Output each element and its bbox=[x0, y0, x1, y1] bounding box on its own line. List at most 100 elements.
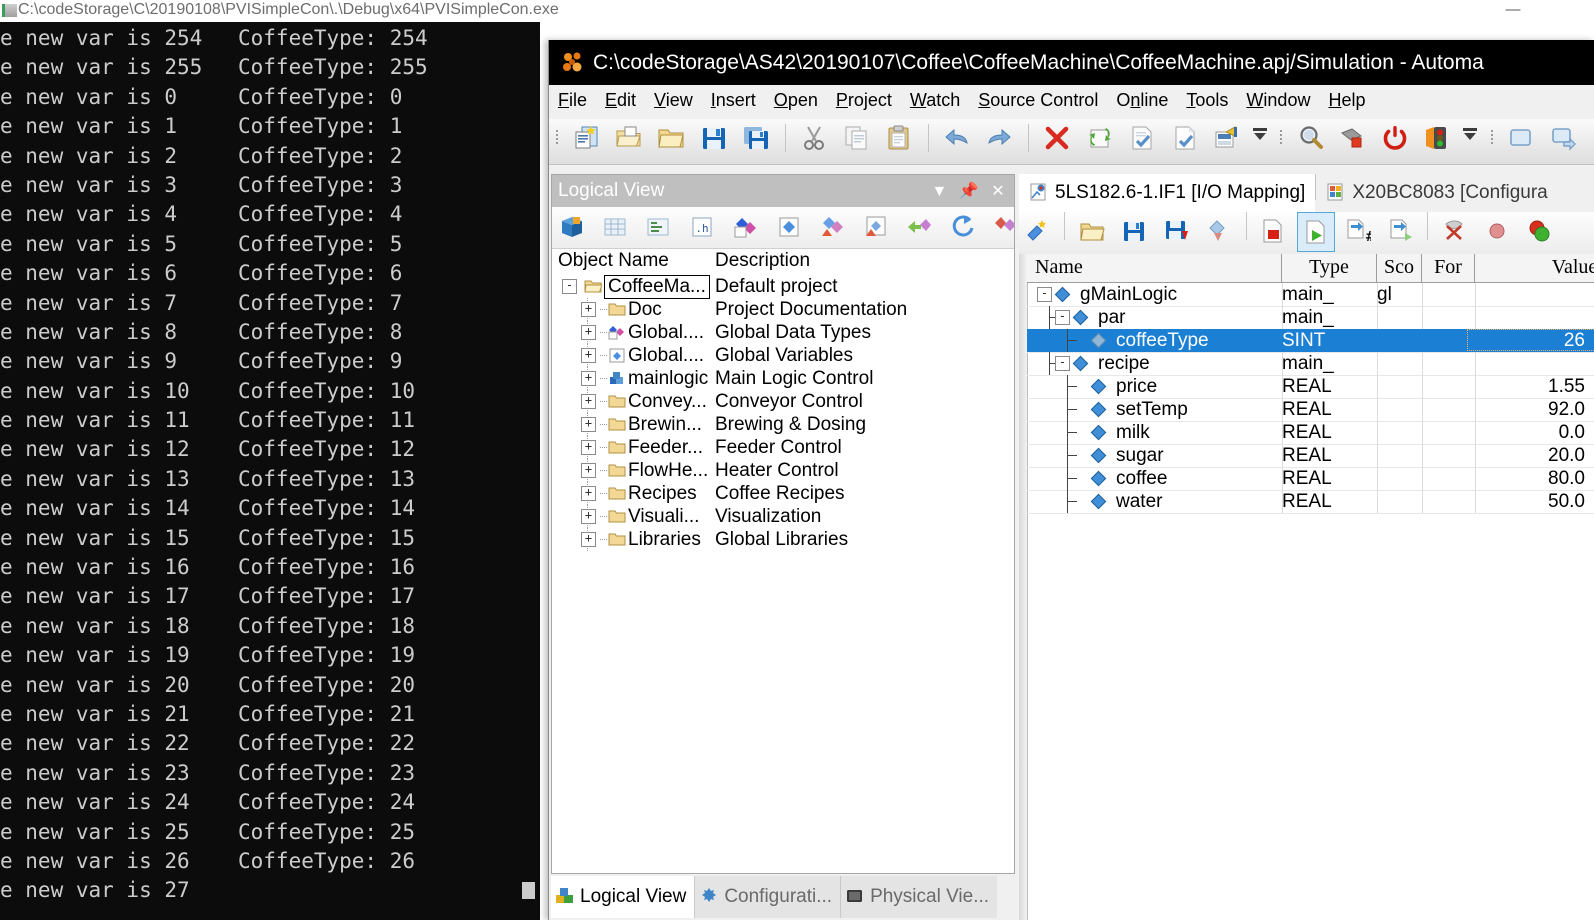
import-watch-icon[interactable] bbox=[1200, 212, 1238, 252]
tree-expander[interactable]: + bbox=[581, 486, 596, 501]
copy-icon[interactable] bbox=[838, 119, 876, 157]
delete-icon[interactable] bbox=[1038, 119, 1076, 157]
menu-item-watch[interactable]: Watch bbox=[901, 85, 969, 115]
table-icon[interactable] bbox=[595, 207, 634, 247]
power-icon[interactable] bbox=[1376, 119, 1414, 157]
menu-item-source-control[interactable]: Source Control bbox=[969, 85, 1107, 115]
force-on-icon[interactable] bbox=[1520, 212, 1558, 252]
watch-row-expander[interactable]: - bbox=[1055, 310, 1070, 325]
watch-column-header-for[interactable]: For bbox=[1422, 254, 1475, 282]
watch-row-expander[interactable]: - bbox=[1055, 356, 1070, 371]
tree-item[interactable]: + Brewin... Brewing & Dosing bbox=[552, 413, 1014, 436]
pin-icon[interactable]: 📌 bbox=[957, 176, 981, 208]
list-icon[interactable] bbox=[639, 207, 678, 247]
open-project-icon[interactable] bbox=[610, 119, 648, 157]
open-folder-icon[interactable] bbox=[652, 119, 690, 157]
menu-item-view[interactable]: View bbox=[645, 85, 702, 115]
tree-expander[interactable]: + bbox=[581, 302, 596, 317]
watch-table-row[interactable]: - gMainLogic main_ gl bbox=[1027, 283, 1594, 307]
save-as-watch-icon[interactable] bbox=[1158, 212, 1196, 252]
search-online-icon[interactable] bbox=[1292, 119, 1330, 157]
tree-item[interactable]: + FlowHe... Heater Control bbox=[552, 459, 1014, 482]
tree-expander[interactable]: + bbox=[581, 325, 596, 340]
watch-table-row[interactable]: price REAL 1.55 bbox=[1027, 375, 1594, 399]
logical-view-tree[interactable]: - CoffeeMa... Default project + Doc Project D… bbox=[552, 275, 1014, 873]
menu-item-file[interactable]: File bbox=[549, 85, 596, 115]
debug-hammer-icon[interactable] bbox=[1334, 119, 1372, 157]
build-check-icon[interactable] bbox=[1123, 119, 1161, 157]
datatype-remove-icon[interactable] bbox=[813, 207, 852, 247]
document-tab[interactable]: X20BC8083 [Configura bbox=[1316, 174, 1557, 212]
tree-expander[interactable]: + bbox=[581, 463, 596, 478]
watch-table-row[interactable]: milk REAL 0.0 bbox=[1027, 421, 1594, 445]
watch-column-header-value[interactable]: Value bbox=[1475, 254, 1594, 282]
watch-table-row[interactable]: coffeeType SINT 26 bbox=[1027, 329, 1594, 353]
tree-expander[interactable]: + bbox=[581, 509, 596, 524]
toolbar-grip[interactable] bbox=[1277, 123, 1286, 153]
view-tab-physical-vie[interactable]: Physical Vie... bbox=[840, 876, 998, 918]
tree-item[interactable]: + Global.... Global Data Types bbox=[552, 321, 1014, 344]
tree-item[interactable]: + Feeder... Feeder Control bbox=[552, 436, 1014, 459]
tree-item[interactable]: + Doc Project Documentation bbox=[552, 298, 1014, 321]
watch-row-expander[interactable]: - bbox=[1037, 287, 1052, 302]
force-off-icon[interactable] bbox=[1478, 212, 1516, 252]
view-tab-configurati[interactable]: Configurati... bbox=[694, 876, 841, 918]
paste-icon[interactable] bbox=[880, 119, 918, 157]
menu-item-online[interactable]: Online bbox=[1107, 85, 1177, 115]
variable-remove-icon[interactable] bbox=[856, 207, 895, 247]
toolbar-grip[interactable] bbox=[1488, 123, 1497, 153]
format-run-icon[interactable] bbox=[1382, 212, 1420, 252]
watch-column-header-sco[interactable]: Sco bbox=[1377, 254, 1422, 282]
tree-expander[interactable]: + bbox=[581, 371, 596, 386]
watch-table-row[interactable]: - recipe main_ bbox=[1027, 352, 1594, 376]
tree-item[interactable]: + Libraries Global Libraries bbox=[552, 528, 1014, 551]
traffic-light-icon[interactable] bbox=[1419, 119, 1457, 157]
close-icon[interactable]: ✕ bbox=[986, 176, 1010, 208]
datatype-icon[interactable] bbox=[726, 207, 765, 247]
redo-icon[interactable] bbox=[980, 119, 1018, 157]
header-file-icon[interactable]: .h bbox=[682, 207, 721, 247]
watch-table-row[interactable]: sugar REAL 20.0 bbox=[1027, 444, 1594, 468]
toolbar-overflow-button[interactable] bbox=[1461, 119, 1479, 157]
refresh-icon[interactable] bbox=[943, 207, 982, 247]
menu-item-window[interactable]: Window bbox=[1237, 85, 1319, 115]
tree-expander[interactable]: - bbox=[562, 279, 577, 294]
console-output[interactable]: e new var is 254 CoffeeType: 254 e new var… bbox=[0, 22, 540, 920]
watch-table-row[interactable]: coffee REAL 80.0 bbox=[1027, 467, 1594, 491]
watch-step-back-icon[interactable] bbox=[1587, 119, 1594, 157]
minimize-button[interactable]: — bbox=[1490, 0, 1536, 22]
toolbar-grip[interactable] bbox=[553, 123, 562, 153]
menu-item-help[interactable]: Help bbox=[1319, 85, 1374, 115]
menu-item-edit[interactable]: Edit bbox=[596, 85, 645, 115]
menu-item-insert[interactable]: Insert bbox=[702, 85, 765, 115]
tree-expander[interactable]: + bbox=[581, 394, 596, 409]
undo-icon[interactable] bbox=[938, 119, 976, 157]
cut-icon[interactable] bbox=[795, 119, 833, 157]
watch-column-header-name[interactable]: Name bbox=[1027, 254, 1282, 282]
remove-force-icon[interactable] bbox=[1435, 212, 1473, 252]
tree-item[interactable]: + mainlogic Main Logic Control bbox=[552, 367, 1014, 390]
tree-expander[interactable]: + bbox=[581, 417, 596, 432]
build-page-check-icon[interactable] bbox=[1166, 119, 1204, 157]
menu-item-tools[interactable]: Tools bbox=[1177, 85, 1237, 115]
view-tab-logical-view[interactable]: Logical View bbox=[551, 876, 695, 918]
insert-variable-icon[interactable] bbox=[1019, 212, 1057, 252]
rebuild-icon[interactable] bbox=[1081, 119, 1119, 157]
import-icon[interactable] bbox=[900, 207, 939, 247]
tree-item[interactable]: - CoffeeMa... Default project bbox=[552, 275, 1014, 299]
menu-item-project[interactable]: Project bbox=[827, 85, 901, 115]
watch-column-header-type[interactable]: Type bbox=[1282, 254, 1377, 282]
tree-expander[interactable]: + bbox=[581, 348, 596, 363]
tree-item[interactable]: + Convey... Conveyor Control bbox=[552, 390, 1014, 413]
menu-item-open[interactable]: Open bbox=[765, 85, 827, 115]
tree-item[interactable]: + Global.... Global Variables bbox=[552, 344, 1014, 367]
start-watch-icon[interactable] bbox=[1296, 212, 1335, 252]
watch-table-row[interactable]: setTemp REAL 92.0 bbox=[1027, 398, 1594, 422]
save-watch-icon[interactable] bbox=[1115, 212, 1153, 252]
watch-step-forward-icon[interactable] bbox=[1545, 119, 1583, 157]
stop-watch-icon[interactable] bbox=[1254, 212, 1292, 252]
export-icon[interactable] bbox=[987, 207, 1014, 247]
document-tab[interactable]: 5LS182.6-1.IF1 [I/O Mapping] bbox=[1019, 174, 1316, 212]
save-icon[interactable] bbox=[695, 119, 733, 157]
variable-icon[interactable] bbox=[769, 207, 808, 247]
